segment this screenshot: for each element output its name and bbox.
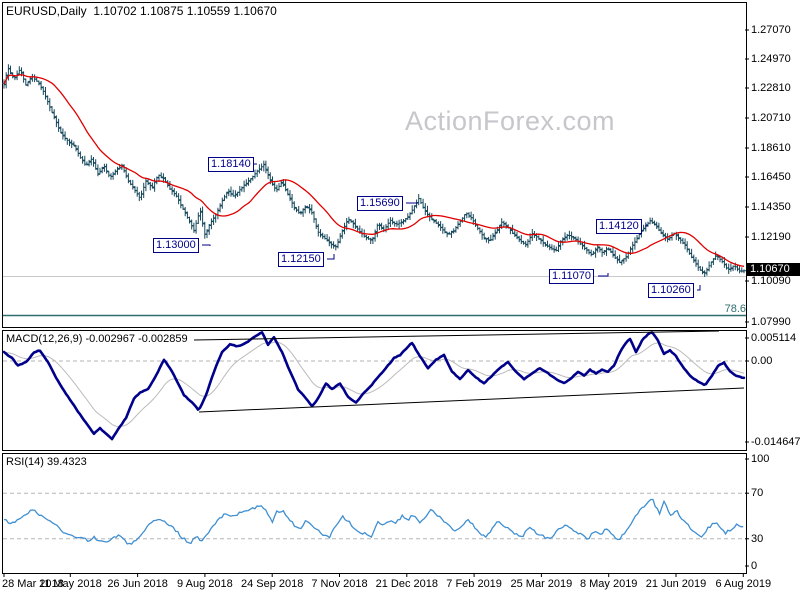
rsi-axis-label: 0 [751, 560, 758, 572]
date-label: 9 Aug 2018 [177, 578, 233, 590]
rsi-axis-label: 100 [751, 453, 770, 465]
price-axis-label: 1.27070 [751, 24, 791, 36]
price-axis-label: 1.18610 [751, 142, 791, 154]
date-label: 6 Aug 2019 [715, 578, 772, 590]
rsi-indicator-label: RSI(14) 39.4323 [6, 456, 87, 468]
price-axis-label: 1.22810 [751, 82, 791, 94]
date-label: 26 Jun 2018 [107, 578, 168, 590]
macd-axis-label: 0.005114 [751, 332, 797, 344]
price-axis-label: 1.12190 [751, 231, 791, 243]
price-axis-label: 1.16450 [751, 171, 791, 183]
date-label: 11 May 2018 [38, 578, 102, 590]
price-axis-label: 1.24970 [751, 53, 791, 65]
price-annotation: 1.13000 [153, 238, 199, 253]
date-label: 7 Feb 2019 [446, 578, 502, 590]
chart-canvas [2, 2, 749, 577]
date-label: 24 Sep 2018 [240, 578, 304, 590]
macd-axis-label: 0.00 [751, 355, 773, 367]
chart-title: EURUSD,Daily 1.10702 1.10875 1.10559 1.1… [6, 4, 277, 18]
price-axis-label: 1.14350 [751, 201, 791, 213]
price-annotation: 1.14120 [596, 219, 642, 234]
watermark: ActionForex.com [404, 106, 616, 136]
macd-axis-label: -0.014647 [751, 436, 800, 448]
price-annotation: 1.18140 [208, 157, 254, 172]
date-label: 8 May 2019 [579, 578, 638, 590]
fib-retracement-label: 78.6 [724, 303, 746, 315]
macd-indicator-label: MACD(12,26,9) -0.002967 -0.002859 [6, 333, 188, 345]
rsi-axis-label: 70 [751, 487, 764, 500]
price-axis-label: 1.20710 [751, 112, 791, 124]
date-label: 21 Jun 2019 [645, 578, 707, 590]
date-label: 21 Dec 2018 [375, 578, 438, 590]
price-annotation: 1.10260 [648, 283, 694, 298]
price-annotation: 1.11070 [549, 269, 594, 284]
date-label: 25 Mar 2019 [510, 578, 573, 590]
price-annotation: 1.12150 [278, 252, 324, 267]
rsi-axis-label: 30 [751, 532, 764, 545]
price-axis-label: 1.07990 [751, 316, 791, 328]
price-axis-label: 1.10090 [751, 275, 791, 287]
date-label: 7 Nov 2018 [311, 578, 368, 590]
forex-chart: EURUSD,Daily 1.10702 1.10875 1.10559 1.1… [0, 0, 800, 600]
price-annotation: 1.15690 [357, 196, 403, 211]
